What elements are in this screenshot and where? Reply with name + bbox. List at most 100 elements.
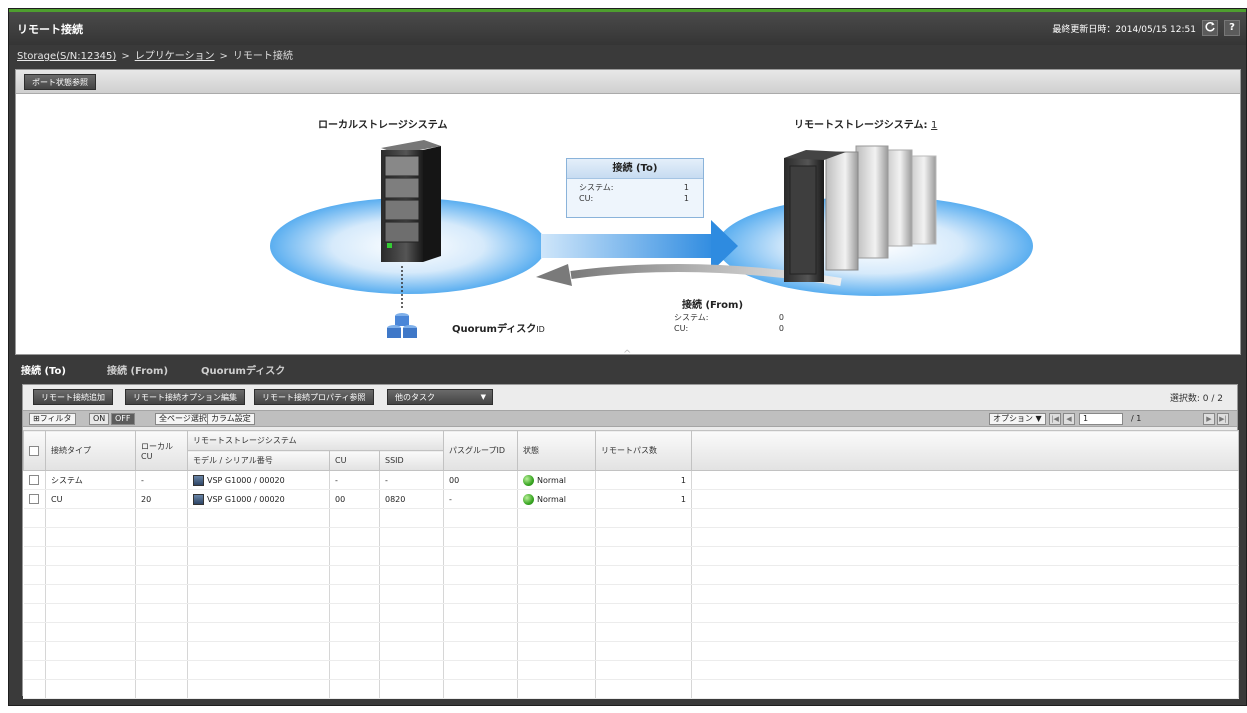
options-dropdown[interactable]: オプション ▼ (989, 413, 1046, 425)
header-local-cu[interactable]: ローカルCU (135, 430, 188, 471)
task-toolbar: リモート接続追加 リモート接続オプション編集 リモート接続プロパティ参照 他のタ… (23, 385, 1237, 409)
last-page-icon[interactable]: ▶| (1217, 413, 1229, 425)
select-all-checkbox-cell[interactable] (23, 430, 46, 471)
breadcrumb-storage[interactable]: Storage(S/N:12345) (17, 51, 116, 62)
quorum-disk-icon (387, 313, 417, 338)
row-checkbox[interactable] (28, 475, 39, 485)
header-cu[interactable]: CU (329, 450, 380, 471)
connection-table-panel: リモート接続追加 リモート接続オプション編集 リモート接続プロパティ参照 他のタ… (22, 384, 1239, 699)
empty-row (23, 603, 1239, 623)
tab-bar: 接続 (To) 接続 (From) Quorumディスク (15, 359, 1241, 383)
chevron-down-icon: ▼ (480, 393, 486, 401)
breadcrumb-current: リモート接続 (232, 51, 293, 62)
to-system-label: システム: (579, 183, 614, 192)
status-normal-icon (523, 493, 534, 505)
last-updated-text: 最終更新日時：2014/05/15 12:51 (1052, 24, 1196, 35)
header-ssid[interactable]: SSID (379, 450, 444, 471)
status-normal-icon (523, 474, 534, 486)
select-all-checkbox[interactable] (29, 445, 39, 456)
header-remote-paths[interactable]: リモートパス数 (595, 430, 692, 471)
quorum-id-label: ID (536, 325, 545, 334)
page-number-input[interactable]: 1 (1079, 413, 1123, 425)
column-settings-button[interactable]: カラム設定 (207, 413, 255, 425)
cell-status: Normal (517, 470, 596, 490)
empty-row (23, 641, 1239, 661)
prev-page-icon[interactable]: ◀ (1063, 413, 1075, 425)
filter-label: フィルタ (39, 414, 72, 423)
next-page-icon[interactable]: ▶ (1203, 413, 1215, 425)
window-title: リモート接続 (17, 23, 83, 36)
empty-row (23, 679, 1239, 699)
other-tasks-label: 他のタスク (395, 393, 435, 402)
tab-connection-to[interactable]: 接続 (To) (15, 361, 72, 383)
cell-ssid: - (379, 470, 444, 490)
quorum-disk-label: QuorumディスクID (452, 320, 545, 335)
cell-cu: 00 (329, 489, 380, 509)
selected-value: 0 (1202, 394, 1209, 404)
breadcrumb: Storage(S/N:12345) > レプリケーション > リモート接続 (17, 47, 293, 62)
empty-row (23, 508, 1239, 528)
status-text: Normal (537, 475, 566, 485)
cell-status: Normal (517, 489, 596, 509)
cell-local-cu: - (135, 470, 188, 490)
breadcrumb-separator: > (219, 51, 228, 62)
filter-on-button[interactable]: ON (89, 413, 110, 425)
connection-from-title: 接続 (From) (682, 300, 744, 311)
other-tasks-dropdown[interactable]: 他のタスク ▼ (387, 389, 493, 405)
count-separator: / (1211, 394, 1215, 404)
view-connection-properties-button[interactable]: リモート接続プロパティ参照 (254, 389, 374, 405)
filter-toggle[interactable]: ⊞フィルタ (29, 413, 76, 425)
first-page-icon[interactable]: |◀ (1049, 413, 1061, 425)
cell-model-serial[interactable]: VSP G1000 / 00020 (187, 489, 330, 509)
connection-to-box: 接続 (To) システム: 1 CU: 1 (566, 158, 704, 218)
page-total: / 1 (1131, 414, 1142, 423)
status-text: Normal (537, 494, 566, 504)
options-label: オプション (993, 414, 1033, 423)
header-status[interactable]: 状態 (517, 430, 596, 471)
tab-quorum-disk[interactable]: Quorumディスク (195, 361, 291, 383)
header-path-group-id[interactable]: パスグループID (443, 430, 518, 471)
selection-count: 選択数: 0 / 2 (1170, 391, 1223, 404)
quorum-label: Quorumディスク (452, 324, 537, 335)
filter-icon: ⊞ (33, 414, 40, 423)
from-system-label: システム: (674, 313, 709, 322)
add-remote-connection-button[interactable]: リモート接続追加 (33, 389, 113, 405)
storage-model-icon (193, 493, 204, 505)
cell-remote-paths: 1 (595, 470, 692, 490)
empty-row (23, 565, 1239, 585)
cell-ssid: 0820 (379, 489, 444, 509)
header-connection-type[interactable]: 接続タイプ (45, 430, 136, 471)
cell-model-serial[interactable]: VSP G1000 / 00020 (187, 470, 330, 490)
tab-connection-from[interactable]: 接続 (From) (101, 361, 174, 383)
remote-connection-table: 接続タイプ ローカルCU リモートストレージシステム パスグループID 状態 リ… (23, 430, 1239, 699)
refresh-icon[interactable] (1202, 20, 1218, 36)
cell-local-cu: 20 (135, 489, 188, 509)
breadcrumb-separator: > (121, 51, 130, 62)
empty-row (23, 584, 1239, 604)
row-checkbox[interactable] (28, 494, 39, 504)
to-system-value: 1 (683, 183, 689, 192)
arrow-to-remote (541, 220, 738, 272)
select-all-pages-button[interactable]: 全ページ選択 (155, 413, 211, 425)
breadcrumb-replication[interactable]: レプリケーション (135, 51, 215, 62)
filter-bar: ⊞フィルタ ON OFF 全ページ選択 カラム設定 オプション ▼ |◀ ◀ 1… (23, 410, 1237, 427)
connection-diagram: ポート状態参照 ローカルストレージシステム リモートストレージシステム: 1 接… (15, 69, 1241, 355)
table-row[interactable]: システム - VSP G1000 / 00020 - - 00 Normal 1 (23, 470, 1239, 490)
cell-cu: - (329, 470, 380, 490)
title-bar: リモート接続 最終更新日時：2014/05/15 12:51 ? (9, 12, 1246, 45)
cell-connection-type: システム (45, 470, 136, 490)
cell-path-group-id: - (443, 489, 518, 509)
empty-row (23, 660, 1239, 680)
cell-connection-type: CU (45, 489, 136, 509)
empty-row (23, 527, 1239, 547)
from-system-value: 0 (778, 313, 784, 322)
help-icon[interactable]: ? (1224, 20, 1240, 36)
model-serial-text: VSP G1000 / 00020 (207, 475, 285, 485)
empty-row (23, 546, 1239, 566)
table-row[interactable]: CU 20 VSP G1000 / 00020 00 0820 - Normal… (23, 489, 1239, 509)
storage-model-icon (193, 474, 204, 486)
filter-off-button[interactable]: OFF (111, 413, 135, 425)
header-model-serial[interactable]: モデル / シリアル番号 (187, 450, 330, 471)
model-serial-text: VSP G1000 / 00020 (207, 494, 285, 504)
edit-connection-options-button[interactable]: リモート接続オプション編集 (125, 389, 245, 405)
